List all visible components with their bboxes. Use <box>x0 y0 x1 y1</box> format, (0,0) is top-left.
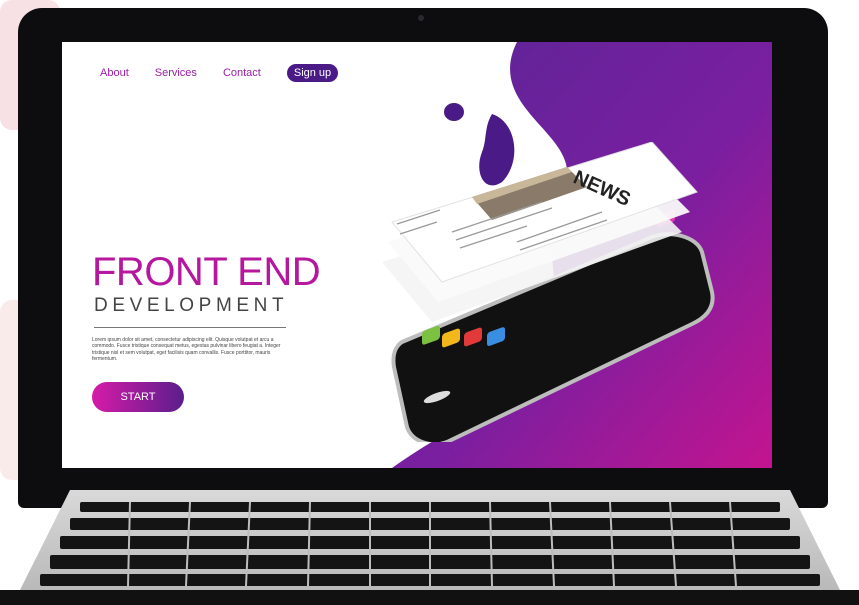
hero-title: FRONT END <box>92 250 321 294</box>
nav-contact[interactable]: Contact <box>223 67 261 79</box>
title-divider <box>94 327 286 328</box>
nav-services[interactable]: Services <box>155 67 197 79</box>
nav-about[interactable]: About <box>100 67 129 79</box>
laptop-keyboard <box>20 490 840 590</box>
phone-illustration: NEWS <box>382 142 715 442</box>
hero-paragraph: Lorem ipsum dolor sit amet, consectetur … <box>92 337 281 362</box>
laptop-screen: About Services Contact Sign up FRONT END… <box>62 42 772 468</box>
laptop-base-edge <box>0 590 859 605</box>
webcam <box>418 15 424 21</box>
hero-subtitle: DEVELOPMENT <box>94 295 289 316</box>
signup-button[interactable]: Sign up <box>286 64 339 82</box>
start-button[interactable]: START <box>92 382 184 412</box>
top-navigation: About Services Contact Sign up <box>100 64 339 82</box>
